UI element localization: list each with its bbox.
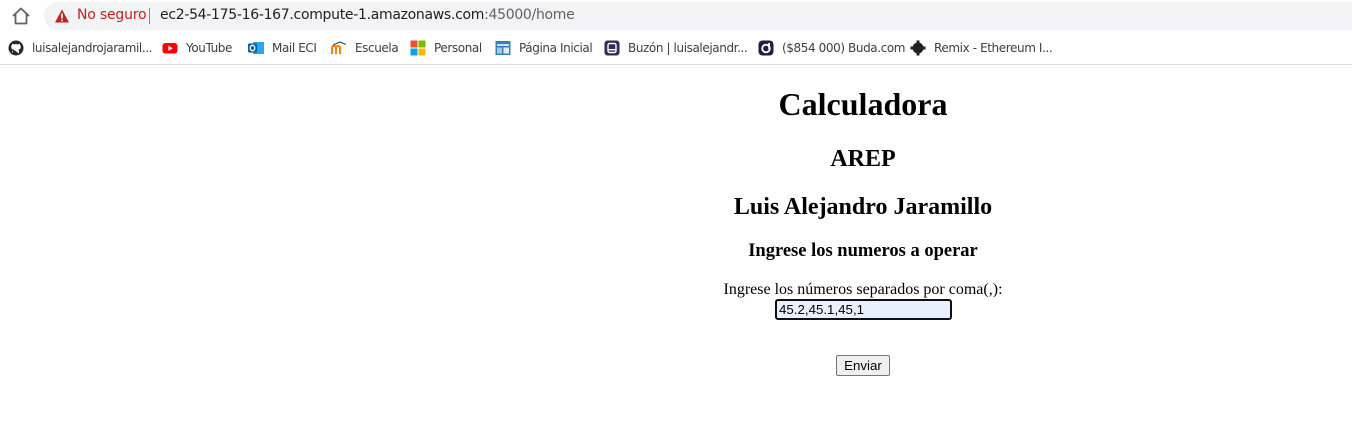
bookmark-label: YouTube xyxy=(186,41,232,55)
bookmark-buda[interactable]: ($854 000) Buda.com xyxy=(758,39,905,57)
bookmark-label: Remix - Ethereum I... xyxy=(934,41,1053,55)
buda-icon xyxy=(758,40,774,56)
warning-icon[interactable] xyxy=(54,8,70,24)
bookmark-label: Escuela xyxy=(355,41,399,55)
remix-icon xyxy=(910,40,926,56)
home-icon[interactable] xyxy=(10,6,32,26)
bookmark-personal[interactable]: Personal xyxy=(410,39,482,57)
url-host: ec2-54-175-16-167.compute-1.amazonaws.co… xyxy=(160,7,485,23)
bookmark-github[interactable]: luisalejandrojaramil... xyxy=(8,39,152,57)
bookmarks-bar: luisalejandrojaramil... YouTube Mail ECI… xyxy=(0,32,1352,65)
youtube-icon xyxy=(162,40,178,56)
bookmark-youtube[interactable]: YouTube xyxy=(162,39,232,57)
numbers-label: Ingrese los números separados por coma(,… xyxy=(723,281,1003,298)
bookmark-label: Buzón | luisalejandr... xyxy=(628,41,748,55)
instruction-heading: Ingrese los numeros a operar xyxy=(748,241,978,261)
submit-button[interactable]: Enviar xyxy=(836,355,890,376)
bookmark-label: ($854 000) Buda.com xyxy=(782,41,906,55)
bookmark-label: Personal xyxy=(434,41,482,55)
url-text[interactable]: ec2-54-175-16-167.compute-1.amazonaws.co… xyxy=(160,7,575,23)
address-divider xyxy=(149,8,150,24)
outlook-icon xyxy=(248,40,264,56)
bookmark-label: Mail ECI xyxy=(272,41,317,55)
bookmark-remix[interactable]: Remix - Ethereum I... xyxy=(910,39,1053,57)
portal-icon xyxy=(495,40,511,56)
bookmark-mail-eci[interactable]: Mail ECI xyxy=(248,39,317,57)
bookmark-pagina-inicial[interactable]: Página Inicial xyxy=(495,39,593,57)
author-heading: Luis Alejandro Jaramillo xyxy=(733,194,993,220)
mailbox-icon xyxy=(604,40,620,56)
security-status[interactable]: No seguro xyxy=(77,7,147,23)
moodle-icon xyxy=(331,40,347,56)
github-icon xyxy=(8,40,24,56)
browser-toolbar: No seguro ec2-54-175-16-167.compute-1.am… xyxy=(0,0,1352,32)
course-heading: AREP xyxy=(830,146,896,172)
page-content: Calculadora AREP Luis Alejandro Jaramill… xyxy=(0,66,1352,422)
address-bar[interactable]: No seguro ec2-54-175-16-167.compute-1.am… xyxy=(44,2,1352,30)
bookmark-buzon[interactable]: Buzón | luisalejandr... xyxy=(604,39,748,57)
microsoft-icon xyxy=(410,40,426,56)
bookmark-label: luisalejandrojaramil... xyxy=(32,41,153,55)
page-title: Calculadora xyxy=(778,86,948,122)
numbers-input[interactable] xyxy=(775,299,952,320)
bookmark-label: Página Inicial xyxy=(519,41,593,55)
url-path: :45000/home xyxy=(484,7,575,23)
bookmark-escuela[interactable]: Escuela xyxy=(331,39,399,57)
